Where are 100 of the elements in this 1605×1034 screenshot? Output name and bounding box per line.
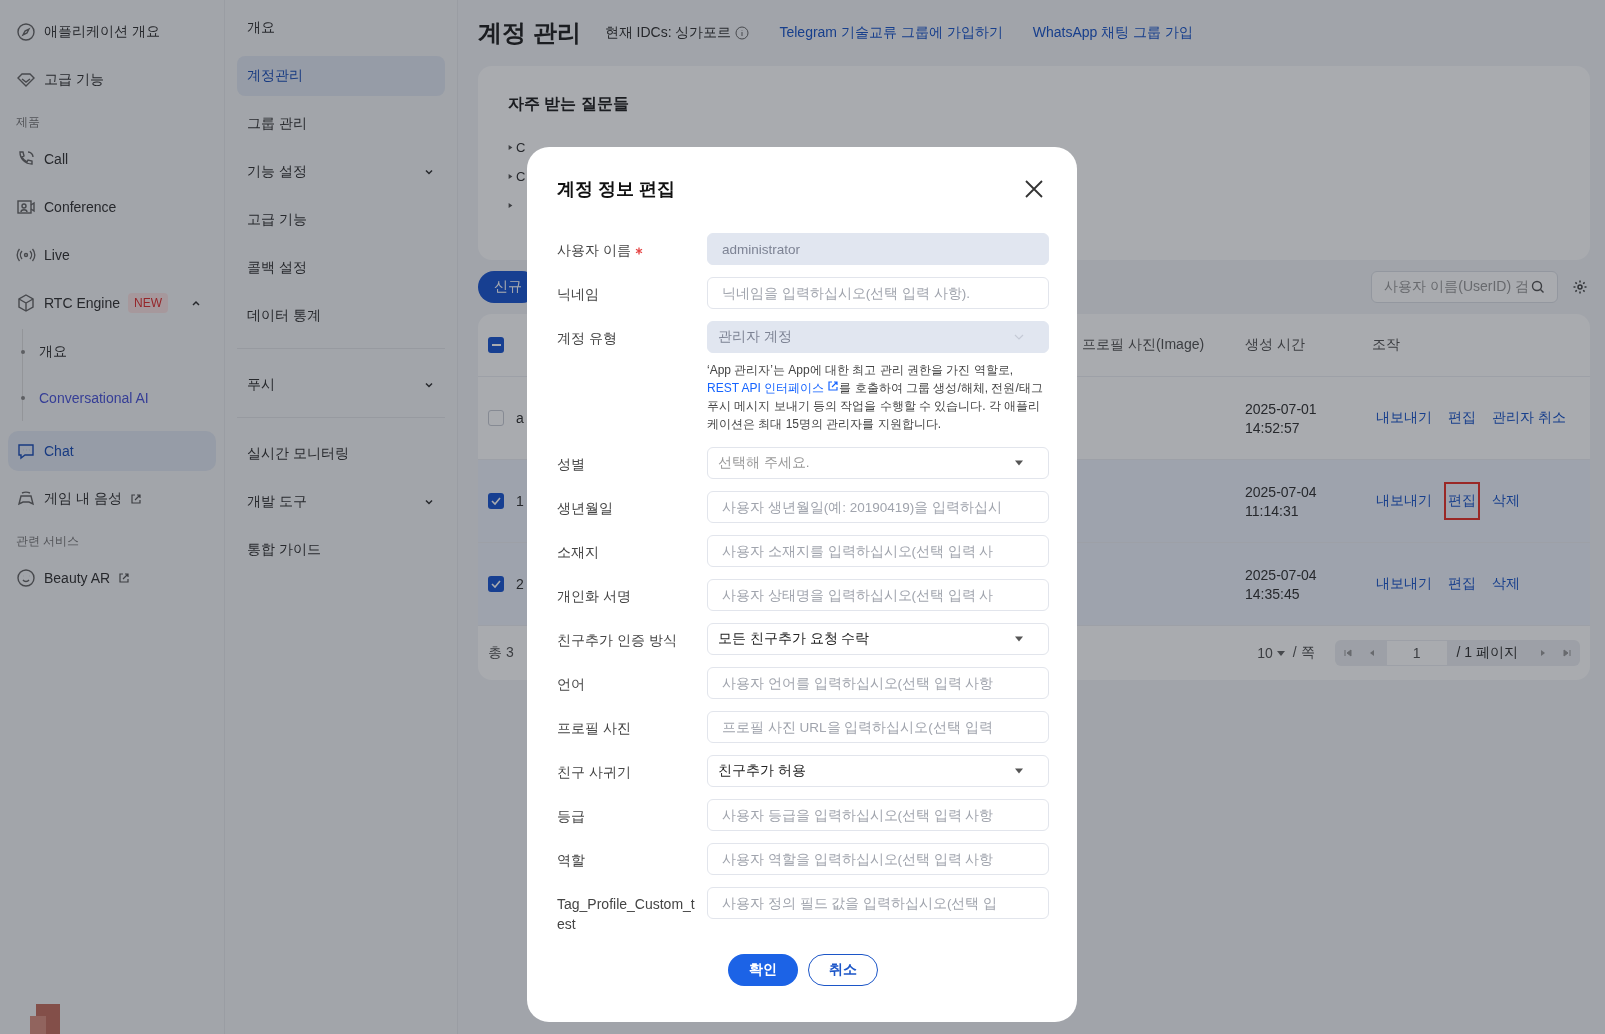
page-size-select[interactable]: 10: [1257, 645, 1285, 661]
page-input[interactable]: 1: [1386, 641, 1447, 665]
field-label: 등급: [557, 807, 585, 826]
action-link[interactable]: 삭제: [1488, 482, 1524, 520]
nav-item[interactable]: 고급 기능: [8, 60, 216, 100]
subnav-item[interactable]: 통합 가이드: [237, 530, 445, 570]
text-field[interactable]: 사용자 역할을 입력하십시오(선택 입력 사항: [707, 843, 1049, 875]
field-label: 친구 사귀기: [557, 763, 631, 782]
column-header: 조작: [1372, 336, 1401, 354]
dropdown-caret-icon[interactable]: [1276, 650, 1285, 656]
subnav-item[interactable]: 실시간 모니터링: [237, 434, 445, 474]
region-label: 현재 IDCs: 싱가포르: [604, 24, 732, 42]
header-link[interactable]: Telegram 기술교류 그룹에 가입하기: [779, 24, 1003, 42]
action-link[interactable]: 삭제: [1488, 565, 1524, 603]
action-link[interactable]: 편집: [1444, 565, 1480, 603]
dropdown-caret-icon: [1014, 768, 1024, 774]
text-field[interactable]: 사용자 정의 필드 값을 입력하십시오(선택 입: [707, 887, 1049, 919]
select-field[interactable]: 모든 친구추가 요청 수락: [707, 623, 1049, 655]
cube-icon: [16, 293, 36, 313]
field-label: 닉네임: [557, 285, 599, 304]
subnav-item[interactable]: 푸시: [237, 365, 445, 405]
action-link[interactable]: 관리자 취소: [1488, 399, 1570, 437]
subnav-item[interactable]: 개요: [237, 8, 445, 48]
action-link[interactable]: 내보내기: [1372, 565, 1436, 603]
search-icon[interactable]: [1531, 280, 1545, 294]
text-field[interactable]: 사용자 등급을 입력하십시오(선택 입력 사항: [707, 799, 1049, 831]
nav-subitem[interactable]: Conversational AI: [39, 390, 149, 406]
dropdown-caret-icon: [1014, 460, 1024, 466]
created-time: 14:52:57: [1245, 419, 1301, 436]
field-label: 소재지: [557, 543, 599, 562]
subnav-item[interactable]: 그룹 관리: [237, 104, 445, 144]
text-field[interactable]: 사용자 상태명을 입력하십시오(선택 입력 사: [707, 579, 1049, 611]
field-label: 사용자 이름: [557, 241, 631, 260]
nav-item[interactable]: Live: [8, 235, 216, 275]
confirm-button[interactable]: 확인: [728, 954, 798, 986]
nav-subitem[interactable]: 개요: [39, 343, 67, 361]
column-header: 프로필 사진(Image): [1082, 336, 1206, 354]
nav-section-label: 관련 서비스: [15, 533, 81, 550]
chevron-down-icon: [1014, 334, 1024, 340]
dialog-title: 계정 정보 편집: [557, 178, 675, 201]
faq-title: 자주 받는 질문들: [508, 94, 630, 114]
action-link[interactable]: 편집: [1444, 482, 1480, 520]
faq-question[interactable]: C: [516, 169, 526, 184]
text-field[interactable]: 사용자 소재지를 입력하십시오(선택 입력 사: [707, 535, 1049, 567]
settings-icon[interactable]: [1572, 279, 1588, 295]
subnav-item[interactable]: 개발 도구: [237, 482, 445, 522]
row-checkbox[interactable]: [488, 410, 504, 426]
select-all-checkbox[interactable]: [488, 337, 504, 353]
row-checkbox[interactable]: [488, 493, 504, 509]
page-count: / 1 페이지: [1456, 644, 1518, 662]
close-icon[interactable]: [1024, 179, 1044, 199]
compass-icon: [16, 22, 36, 42]
faq-question[interactable]: C: [516, 140, 526, 155]
subnav-item[interactable]: 콜백 설정: [237, 248, 445, 288]
text-field[interactable]: 닉네임을 입력하십시오(선택 입력 사항).: [707, 277, 1049, 309]
nav-section-label: 제품: [15, 114, 41, 131]
row-checkbox[interactable]: [488, 576, 504, 592]
conference-icon: [16, 197, 36, 217]
text-field[interactable]: 사용자 언어를 입력하십시오(선택 입력 사항: [707, 667, 1049, 699]
created-time: 14:35:45: [1245, 585, 1301, 602]
new-badge: NEW: [128, 293, 168, 313]
subnav-item[interactable]: 고급 기능: [237, 200, 445, 240]
nav-item[interactable]: Chat: [8, 431, 216, 471]
cancel-button[interactable]: 취소: [808, 954, 878, 986]
field-label: 성별: [557, 455, 585, 474]
external-link-icon: [827, 380, 840, 392]
table-cell: 2: [516, 576, 524, 592]
subnav-item[interactable]: 기능 설정: [237, 152, 445, 192]
field-label: Tag_Profile_Custom_test: [557, 895, 695, 934]
page-size-unit: / 쪽: [1292, 644, 1315, 662]
action-link[interactable]: 내보내기: [1372, 399, 1436, 437]
column-header: 생성 시간: [1245, 336, 1306, 354]
field-label: 프로필 사진: [557, 719, 631, 738]
info-icon[interactable]: [735, 26, 750, 40]
nav-item[interactable]: Beauty AR: [8, 558, 216, 598]
header-link[interactable]: WhatsApp 채팅 그룹 가입: [1032, 24, 1193, 42]
nav-item[interactable]: Conference: [8, 187, 216, 227]
subnav-item[interactable]: 데이터 통계: [237, 296, 445, 336]
expand-arrow-icon[interactable]: [508, 144, 513, 151]
action-link[interactable]: 편집: [1444, 399, 1480, 437]
field-label: 역할: [557, 851, 585, 870]
subnav-item[interactable]: 계정관리: [237, 56, 445, 96]
help-text: ‘App 관리자’는 App에 대한 최고 관리 권한을 가진 역할로, REST API 인터페이스 를 호출하여 그룹 생성/해체, 전원/태그 푸시 메시지 보내기 등의 작업을 수행할 수 있습니다. 각 애플리케이션은 최대 15명의 관리자를 지원합니다.: [707, 362, 1044, 433]
field-label: 개인화 서명: [557, 587, 631, 606]
page-title: 계정 관리: [478, 18, 581, 48]
text-field[interactable]: 프로필 사진 URL을 입력하십시오(선택 입력: [707, 711, 1049, 743]
select-field[interactable]: 친구추가 허용: [707, 755, 1049, 787]
expand-arrow-icon[interactable]: [508, 173, 513, 180]
avatar-icon[interactable]: [30, 1004, 60, 1034]
text-field[interactable]: 사용자 생년월일(예: 20190419)을 입력하십시: [707, 491, 1049, 523]
total-count: 총 3: [488, 644, 514, 662]
field-label: 언어: [557, 675, 585, 694]
nav-item[interactable]: 애플리케이션 개요: [8, 12, 216, 52]
expand-arrow-icon[interactable]: [508, 202, 513, 209]
smile-icon: [16, 568, 36, 588]
nav-item[interactable]: RTC Engine NEW: [8, 283, 216, 323]
created-date: 2025-07-01: [1245, 400, 1318, 417]
nav-item[interactable]: 게임 내 음성: [8, 479, 216, 519]
action-link[interactable]: 내보내기: [1372, 482, 1436, 520]
nav-item[interactable]: Call: [8, 139, 216, 179]
